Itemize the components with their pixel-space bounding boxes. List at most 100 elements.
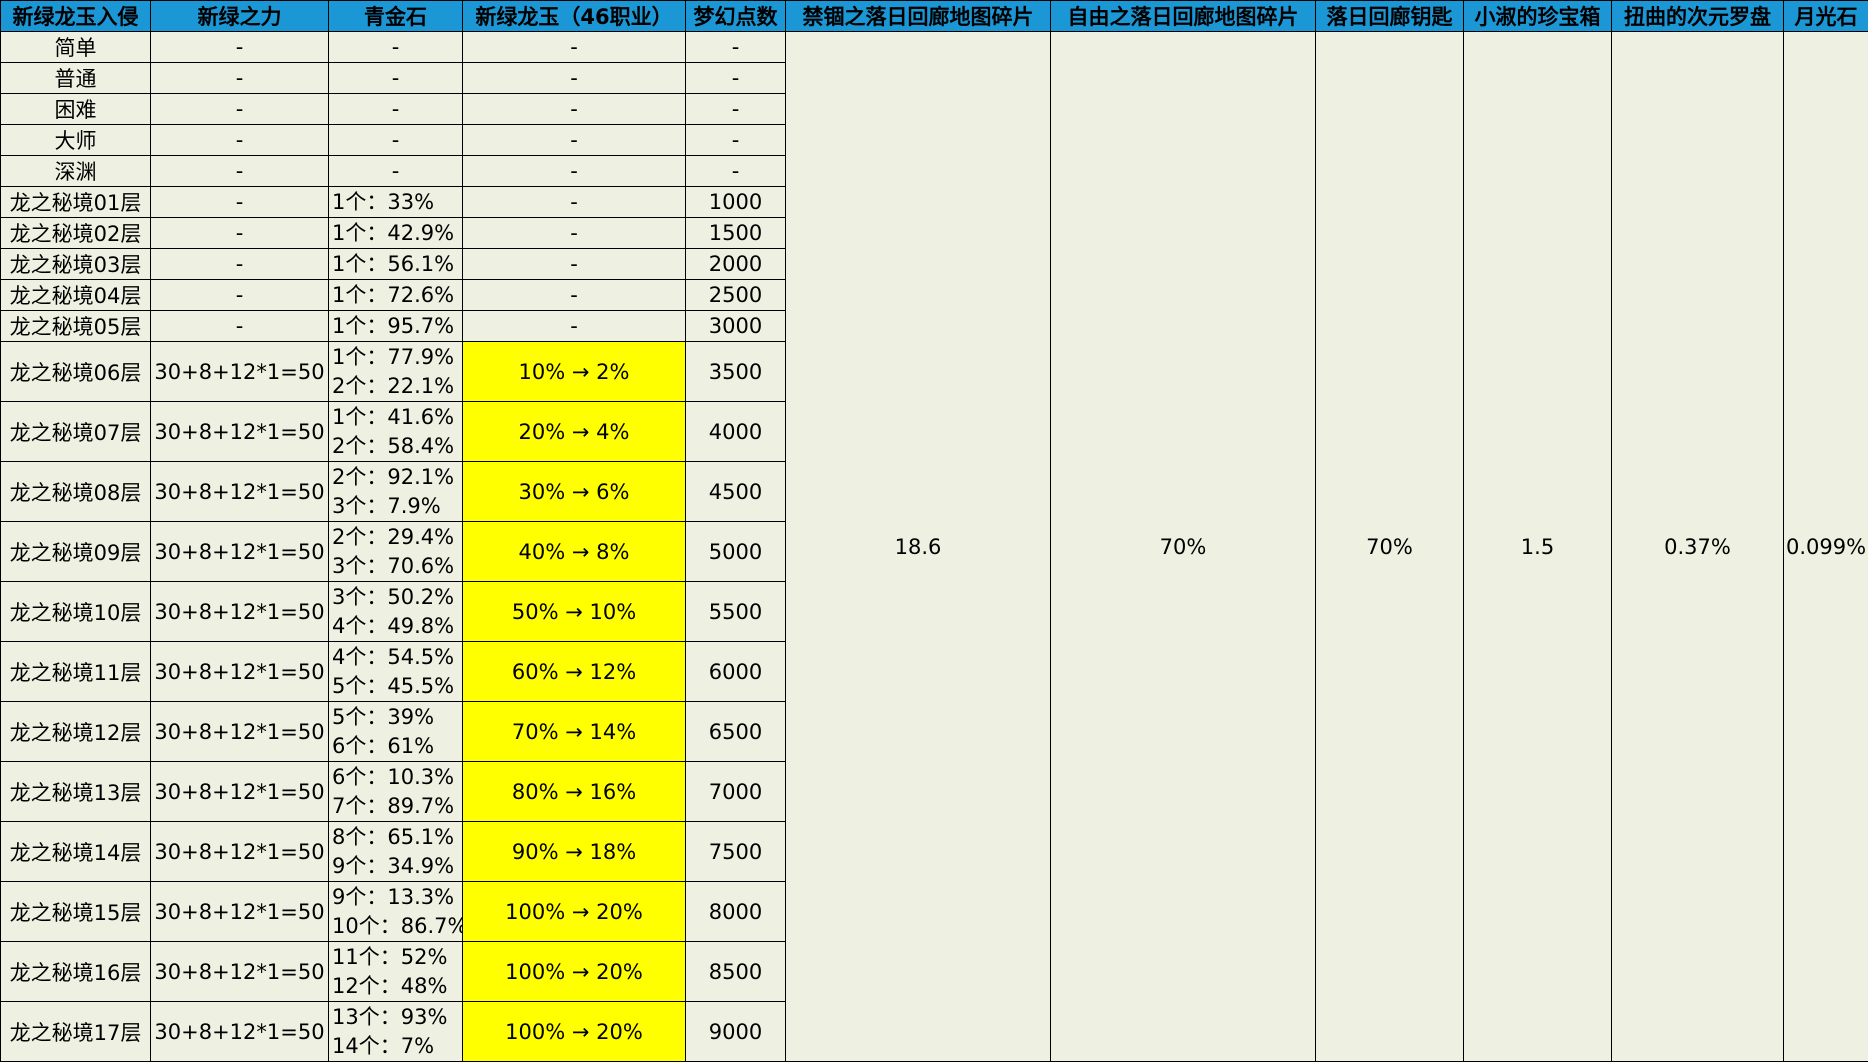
header-cell: 青金石 [329,1,463,32]
points-cell: 2500 [686,280,786,311]
corridor-key-cell: 70% [1316,32,1464,1062]
header-cell: 月光石 [1784,1,1868,32]
difficulty-cell: 龙之秘境01层 [1,187,151,218]
points-cell: 9000 [686,1002,786,1062]
jade-cell: 50% → 10% [463,582,686,642]
jade-cell: 100% → 20% [463,942,686,1002]
header-cell: 新绿龙玉（46职业） [463,1,686,32]
jade-cell: - [463,280,686,311]
points-cell: - [686,125,786,156]
lapis-chance: 1个：41.6% [332,403,462,432]
points-cell: 6000 [686,642,786,702]
lapis-chance: 1个：72.6% [332,281,462,310]
lapis-chance: 13个：93% [332,1003,462,1032]
jade-cell: - [463,311,686,342]
power-cell: - [151,249,329,280]
points-cell: 7000 [686,762,786,822]
points-cell: 2000 [686,249,786,280]
lapis-cell: 1个：72.6% [329,280,463,311]
lapis-chance: 14个：7% [332,1032,462,1061]
lapis-chance: 8个：65.1% [332,823,462,852]
lapis-chance: 1个：42.9% [332,219,462,248]
lapis-chance: 2个：58.4% [332,432,462,461]
difficulty-cell: 龙之秘境07层 [1,402,151,462]
difficulty-cell: 龙之秘境02层 [1,218,151,249]
lapis-chance: - [329,159,462,183]
lapis-cell: 4个：54.5%5个：45.5% [329,642,463,702]
header-cell: 梦幻点数 [686,1,786,32]
difficulty-cell: 龙之秘境10层 [1,582,151,642]
points-cell: 1000 [686,187,786,218]
power-cell: - [151,280,329,311]
power-cell: - [151,125,329,156]
points-cell: 3500 [686,342,786,402]
points-cell: 5500 [686,582,786,642]
points-cell: 4500 [686,462,786,522]
difficulty-cell: 龙之秘境14层 [1,822,151,882]
difficulty-cell: 龙之秘境13层 [1,762,151,822]
power-cell: 30+8+12*1=50 [151,822,329,882]
header-cell: 自由之落日回廊地图碎片 [1051,1,1316,32]
power-cell: - [151,187,329,218]
difficulty-cell: 大师 [1,125,151,156]
power-cell: 30+8+12*1=50 [151,1002,329,1062]
jade-cell: 10% → 2% [463,342,686,402]
points-cell: - [686,32,786,63]
moonstone-cell: 0.099% [1784,32,1868,1062]
lapis-chance: 7个：89.7% [332,792,462,821]
header-cell: 禁锢之落日回廊地图碎片 [786,1,1051,32]
lapis-chance: - [329,66,462,90]
power-cell: - [151,32,329,63]
lapis-cell: 5个：39%6个：61% [329,702,463,762]
difficulty-cell: 龙之秘境12层 [1,702,151,762]
lapis-chance: 12个：48% [332,972,462,1001]
jade-cell: 100% → 20% [463,882,686,942]
points-cell: 8000 [686,882,786,942]
difficulty-cell: 龙之秘境11层 [1,642,151,702]
power-cell: - [151,156,329,187]
jade-cell: - [463,187,686,218]
lapis-cell: 2个：29.4%3个：70.6% [329,522,463,582]
difficulty-cell: 普通 [1,63,151,94]
lapis-chance: 4个：49.8% [332,612,462,641]
lapis-chance: - [329,128,462,152]
difficulty-cell: 龙之秘境06层 [1,342,151,402]
power-cell: - [151,94,329,125]
header-cell: 小淑的珍宝箱 [1464,1,1612,32]
free-map-fragment-cell: 70% [1051,32,1316,1062]
jade-cell: 90% → 18% [463,822,686,882]
difficulty-cell: 龙之秘境04层 [1,280,151,311]
lapis-chance: 1个：95.7% [332,312,462,341]
lapis-chance: 5个：39% [332,703,462,732]
lapis-cell: 11个：52%12个：48% [329,942,463,1002]
lapis-chance: 6个：61% [332,732,462,761]
jade-cell: - [463,125,686,156]
difficulty-cell: 简单 [1,32,151,63]
points-cell: 1500 [686,218,786,249]
difficulty-cell: 龙之秘境16层 [1,942,151,1002]
lapis-chance: 10个：86.7% [332,912,462,941]
lapis-cell: 6个：10.3%7个：89.7% [329,762,463,822]
jade-cell: 100% → 20% [463,1002,686,1062]
lapis-chance: 2个：92.1% [332,463,462,492]
lapis-chance: 1个：33% [332,188,462,217]
lapis-chance: 9个：34.9% [332,852,462,881]
difficulty-cell: 深渊 [1,156,151,187]
lapis-chance: 1个：56.1% [332,250,462,279]
difficulty-cell: 龙之秘境05层 [1,311,151,342]
power-cell: 30+8+12*1=50 [151,882,329,942]
points-cell: 6500 [686,702,786,762]
lapis-cell: - [329,125,463,156]
lapis-cell: - [329,156,463,187]
difficulty-cell: 龙之秘境09层 [1,522,151,582]
points-cell: - [686,63,786,94]
lapis-chance: 3个：70.6% [332,552,462,581]
header-cell: 扭曲的次元罗盘 [1612,1,1784,32]
points-cell: - [686,94,786,125]
points-cell: 4000 [686,402,786,462]
lapis-chance: 9个：13.3% [332,883,462,912]
power-cell: - [151,218,329,249]
jade-cell: 30% → 6% [463,462,686,522]
difficulty-cell: 龙之秘境15层 [1,882,151,942]
header-cell: 落日回廊钥匙 [1316,1,1464,32]
